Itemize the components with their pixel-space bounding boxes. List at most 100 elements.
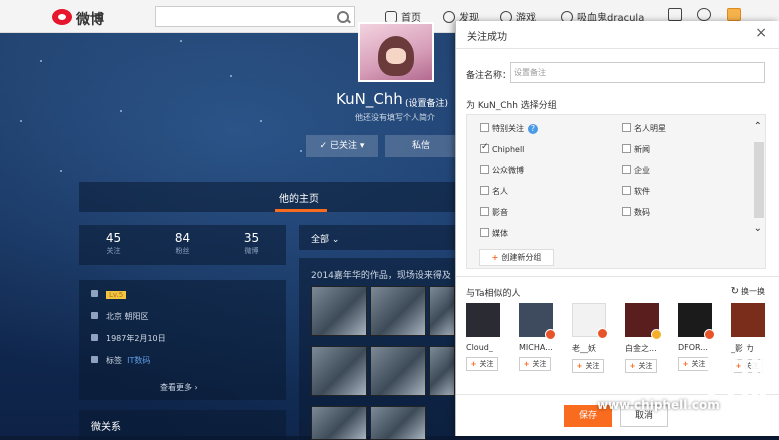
feed-filter-dropdown[interactable]: 全部 ⌄ [311,232,339,245]
person-follow-button[interactable]: +关注 [572,359,604,373]
plus-icon: + [682,360,689,368]
feed-image[interactable] [311,346,367,396]
verified-badge-icon [597,328,608,339]
checkbox[interactable] [480,207,489,216]
group-checkbox-news[interactable]: 新闻 [622,144,650,155]
stat-value: 35 [243,231,260,245]
set-remark-link[interactable]: (设置备注) [405,96,448,109]
weibo-logo[interactable]: 微博 [52,7,110,28]
feed-image[interactable] [311,406,367,440]
feed-image[interactable] [311,286,367,336]
message-button[interactable]: 私信 [385,135,457,157]
plus-icon: + [491,253,499,262]
group-checkbox-special[interactable]: 特别关注? [480,123,538,134]
checkbox[interactable] [622,144,631,153]
group-label: 媒体 [492,229,508,238]
feed-image[interactable] [370,406,426,440]
group-checkbox-press[interactable]: 媒体 [480,228,508,239]
tab-home[interactable]: 他的主页 [279,190,319,205]
followed-button[interactable]: ✓ 已关注 ▾ [306,135,378,157]
stat-followers[interactable]: 84 粉丝 [148,231,217,256]
feed-image[interactable] [429,286,455,336]
search-icon[interactable] [336,10,350,24]
tag-link[interactable]: IT数码 [127,356,150,365]
create-group-button[interactable]: + 创建新分组 [479,249,554,266]
person-name[interactable]: Cloud_ [466,343,508,352]
group-label: 软件 [634,187,650,196]
group-checkbox-software[interactable]: 软件 [622,186,650,197]
scroll-up-icon[interactable]: ⌃ [754,121,762,132]
group-checkbox-chiphell[interactable]: Chiphell [480,142,524,154]
gear-icon[interactable] [697,8,711,21]
mail-icon[interactable] [668,8,682,21]
group-label: 企业 [634,166,650,175]
location-icon [91,312,98,319]
person-follow-button[interactable]: +关注 [625,359,657,373]
remark-label: 备注名称： [466,71,512,81]
person-name[interactable]: MICHA... [519,343,561,352]
checkbox[interactable] [622,165,631,174]
checkbox[interactable] [622,207,631,216]
star [300,150,302,152]
follow-label: 关注 [638,362,653,370]
vip-badge-icon [651,329,662,340]
feed-image[interactable] [370,286,426,336]
group-label: 公众微博 [492,166,524,175]
person-follow-button[interactable]: +关注 [519,357,551,371]
stat-label: 微博 [244,247,259,255]
birthday-text: 1987年2月10日 [106,334,166,343]
group-checkbox-company[interactable]: 企业 [622,165,650,176]
scrollbar[interactable] [754,142,764,218]
feed-text: 2014嘉年华的作品，现场设来得及 [311,271,451,281]
checkbox[interactable] [480,165,489,174]
help-icon[interactable]: ? [528,124,538,134]
view-more-link[interactable]: 查看更多 › [160,382,198,393]
person-follow-button[interactable]: +关注 [466,357,498,371]
group-checkbox-public[interactable]: 公众微博 [480,165,524,176]
person-avatar[interactable] [678,303,715,340]
person-name[interactable]: 老__妖 [572,343,614,354]
checkbox[interactable] [480,123,489,132]
group-label: 名人明星 [634,124,666,133]
person-avatar[interactable] [572,303,608,339]
person-name[interactable]: 白金之... [625,343,667,354]
search-input[interactable] [155,6,355,27]
info-location: 北京 朝阳区 [91,311,149,322]
logo-text: 微博 [76,12,104,28]
person-avatar[interactable] [466,303,500,337]
scroll-down-icon[interactable]: ⌄ [754,223,762,234]
checkbox[interactable] [622,123,631,132]
level-badge[interactable]: Lv.5 [106,291,127,299]
refresh-button[interactable]: ↻ 换一换 [731,286,765,297]
checkbox-checked[interactable] [480,142,489,153]
stat-following[interactable]: 45 关注 [79,231,148,256]
compose-icon[interactable] [727,8,741,21]
plus-icon: + [576,362,583,370]
feed-image[interactable] [429,346,455,396]
follow-label: 关注 [585,362,600,370]
feed-image[interactable] [370,346,426,396]
verified-badge-icon [545,329,556,340]
compass-icon [443,11,455,23]
star [180,40,182,42]
group-checkbox-celebrity-star[interactable]: 名人明星 [622,123,666,134]
profile-username: KuN_Chh [336,90,403,108]
checkbox[interactable] [622,186,631,195]
verified-badge-icon [704,329,715,340]
remark-input[interactable] [510,62,765,83]
create-group-label: 创建新分组 [501,253,542,262]
dialog-title: 关注成功 [467,32,507,43]
stat-posts[interactable]: 35 微博 [217,231,286,256]
person-avatar[interactable] [519,303,556,340]
close-icon[interactable]: × [755,25,767,41]
divider [456,48,779,49]
checkbox[interactable] [480,186,489,195]
person-avatar[interactable] [731,303,765,337]
group-checkbox-media-av[interactable]: 影音 [480,207,508,218]
profile-avatar[interactable] [358,22,434,82]
group-checkbox-celebrity[interactable]: 名人 [480,186,508,197]
person-avatar[interactable] [625,303,662,340]
group-checkbox-digital[interactable]: 数码 [622,207,650,218]
checkbox[interactable] [480,228,489,237]
watermark-stroke [708,348,715,398]
